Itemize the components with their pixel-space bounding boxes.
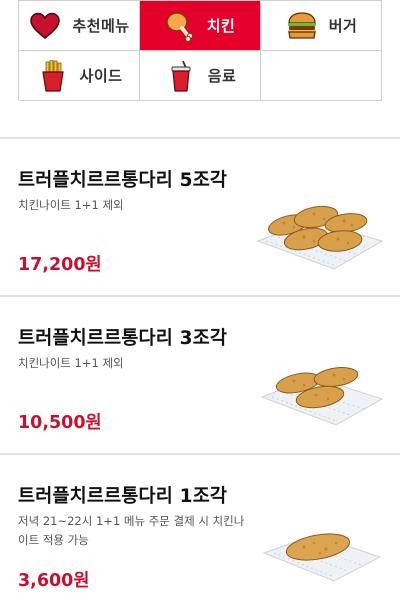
menu-item-price: 17,200원 [18,255,102,275]
category-tab-drink[interactable]: 음료 [140,51,261,101]
truffle-chicken-5pc-image [254,181,384,271]
drink-cup-icon [164,59,198,93]
category-grid: 추천메뉴 치킨 버거 사이드 음료 [18,0,382,101]
truffle-chicken-3pc-image [254,337,384,427]
chicken-drumstick-icon [163,9,197,43]
menu-item-truffle-1pc[interactable]: 트러플치르르통다리 1조각 저녁 21~22시 1+1 메뉴 주문 결제 시 치… [0,455,400,607]
menu-item-name: 트러플치르르통다리 3조각 [18,328,228,349]
menu-item-truffle-5pc[interactable]: 트러플치르르통다리 5조각 치킨나이트 1+1 제외 17,200원 [0,139,400,297]
menu-item-description: 치킨나이트 1+1 제외 [18,356,124,370]
menu-item-price: 3,600원 [18,571,90,591]
category-label: 사이드 [79,67,123,85]
category-tab-burger[interactable]: 버거 [261,1,382,51]
category-label: 치킨 [206,17,236,35]
heart-icon [28,9,62,43]
menu-item-name: 트러플치르르통다리 1조각 [18,486,228,507]
menu-item-description: 저녁 21~22시 1+1 메뉴 주문 결제 시 치킨나이트 적용 가능 [18,514,245,547]
category-label: 추천메뉴 [72,17,130,35]
menu-item-truffle-3pc[interactable]: 트러플치르르통다리 3조각 치킨나이트 1+1 제외 10,500원 [0,297,400,455]
category-tab-recommended[interactable]: 추천메뉴 [19,1,140,51]
category-label: 음료 [207,67,237,85]
menu-item-name: 트러플치르르통다리 5조각 [18,170,228,191]
category-label: 버거 [328,17,358,35]
menu-item-description: 치킨나이트 1+1 제외 [18,198,124,212]
menu-item-price: 10,500원 [18,413,102,433]
truffle-chicken-1pc-image [254,495,384,585]
category-tab-chicken[interactable]: 치킨 [140,1,261,51]
category-tab-side[interactable]: 사이드 [19,51,140,101]
category-tab-empty [261,51,382,101]
fries-icon [36,59,70,93]
burger-icon [285,9,319,43]
